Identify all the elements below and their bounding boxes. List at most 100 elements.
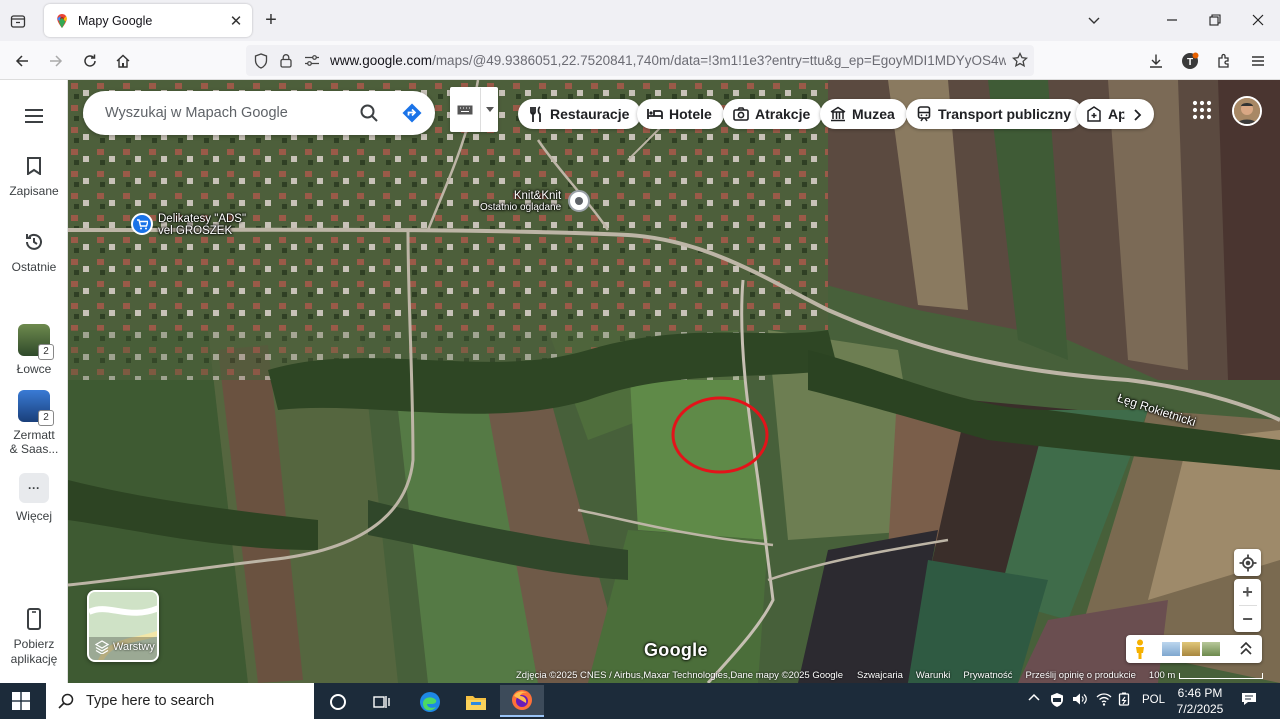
chips-next-chevron-icon[interactable]	[1124, 101, 1152, 129]
google-logo: Google	[644, 640, 708, 660]
chip-attractions[interactable]: Atrakcje	[723, 99, 823, 129]
notifications-icon[interactable]	[1241, 691, 1257, 710]
chip-label: Atrakcje	[755, 106, 811, 122]
bookmark-star-icon[interactable]	[1012, 51, 1028, 73]
battery-icon[interactable]	[1118, 692, 1132, 709]
train-icon	[916, 106, 932, 122]
input-tools-button[interactable]	[450, 87, 498, 132]
show-hidden-icons-chevron-icon[interactable]	[1028, 692, 1040, 707]
thumbnail-count: 2	[38, 410, 54, 426]
link-privacy[interactable]: Prywatność	[963, 670, 1012, 681]
chip-label: Transport publiczny	[938, 106, 1072, 122]
imagery-thumb-field[interactable]	[1182, 642, 1200, 656]
place-label-delikatesy[interactable]: Delikatesy "ADS" vel GROSZEK	[158, 213, 246, 237]
dropdown-arrow-icon	[481, 107, 498, 112]
system-clock[interactable]: 6:46 PM 7/2/2025	[1172, 685, 1228, 717]
windows-start-icon[interactable]	[12, 692, 30, 710]
sidebar-item-more[interactable]: ··· Więcej	[0, 473, 68, 523]
pharmacy-icon	[1086, 106, 1102, 122]
chip-hotels[interactable]: Hotele	[637, 99, 724, 129]
thumbnail-count: 2	[38, 344, 54, 360]
volume-icon[interactable]	[1072, 692, 1088, 709]
extensions-icon[interactable]	[1212, 49, 1236, 73]
file-explorer-icon[interactable]	[456, 687, 496, 717]
url-text[interactable]: www.google.com/maps/@49.9386051,22.75208…	[330, 53, 1006, 68]
close-tab-icon[interactable]: ✕	[228, 13, 244, 30]
directions-icon[interactable]	[389, 93, 435, 133]
sidebar-item-recent[interactable]: Ostatnie	[0, 230, 68, 274]
my-location-icon[interactable]	[1234, 549, 1261, 576]
firefox-icon[interactable]	[500, 685, 544, 717]
expand-chevron-icon[interactable]	[1240, 640, 1252, 661]
address-bar[interactable]: www.google.com/maps/@49.9386051,22.75208…	[246, 45, 1034, 76]
restore-icon[interactable]	[1203, 8, 1227, 32]
sidebar-item-saved[interactable]: Zapisane	[0, 154, 68, 198]
search-box[interactable]: Wyszukaj w Mapach Google	[83, 91, 435, 135]
maps-sidebar: Zapisane Ostatnie 2 Łowce 2 Zermatt & Sa…	[0, 80, 68, 683]
shield-icon[interactable]	[254, 53, 268, 74]
sidebar-item-lowce[interactable]: 2 Łowce	[0, 324, 68, 376]
lock-icon[interactable]	[280, 53, 292, 73]
reload-icon[interactable]	[78, 49, 102, 73]
tab-title: Mapy Google	[78, 13, 153, 28]
edge-browser-icon[interactable]	[410, 687, 450, 717]
more-icon: ···	[19, 473, 49, 503]
place-thumbnail: 2	[18, 324, 54, 360]
pegman-icon[interactable]	[1133, 639, 1147, 664]
site-permissions-icon[interactable]	[304, 54, 320, 72]
place-subtitle: Ostatnio oglądane	[480, 202, 562, 213]
task-view-icon[interactable]	[362, 687, 402, 717]
close-window-icon[interactable]	[1246, 8, 1270, 32]
sidebar-item-get-app[interactable]: Pobierz aplikację	[0, 607, 68, 667]
cortana-icon[interactable]	[318, 687, 358, 717]
zoom-out-icon[interactable]: −	[1242, 606, 1253, 632]
museum-icon	[830, 106, 846, 122]
url-domain: www.google.com	[330, 53, 433, 68]
clock-date: 7/2/2025	[1176, 702, 1224, 716]
taskbar-search-input[interactable]: Type here to search	[86, 693, 214, 709]
zoom-in-icon[interactable]: +	[1242, 579, 1253, 605]
search-icon[interactable]	[349, 93, 389, 133]
browser-nav-bar: www.google.com/maps/@49.9386051,22.75208…	[0, 41, 1280, 80]
new-tab-icon[interactable]: +	[260, 9, 282, 31]
google-apps-grid-icon[interactable]	[1190, 98, 1214, 122]
scale-label: 100 m	[1148, 670, 1176, 681]
sidebar-item-zermatt[interactable]: 2 Zermatt & Saas...	[0, 390, 68, 456]
wifi-icon[interactable]	[1096, 692, 1112, 709]
sidebar-item-label: Więcej	[15, 509, 52, 523]
shopping-cart-pin-icon[interactable]	[131, 213, 153, 235]
menu-hamburger-icon[interactable]	[1246, 49, 1270, 73]
home-icon[interactable]	[111, 49, 135, 73]
map-canvas[interactable]: Delikatesy "ADS" vel GROSZEK Knit&Knit O…	[68, 80, 1280, 683]
search-input[interactable]: Wyszukaj w Mapach Google	[105, 105, 349, 121]
account-t-icon[interactable]: T	[1178, 49, 1202, 73]
browser-tab[interactable]: Mapy Google ✕	[44, 4, 252, 37]
tab-overflow-chevron-icon[interactable]	[1082, 8, 1106, 32]
place-label-knit[interactable]: Knit&Knit Ostatnio oglądane	[480, 190, 561, 214]
imagery-thumb-map[interactable]	[1202, 642, 1220, 656]
windows-security-icon[interactable]	[1050, 692, 1064, 711]
recent-place-pin-icon[interactable]	[568, 190, 590, 212]
link-terms[interactable]: Warunki	[916, 670, 951, 681]
input-language[interactable]: POL	[1142, 694, 1165, 706]
fork-knife-icon	[528, 106, 544, 122]
zoom-controls: + −	[1234, 579, 1261, 632]
link-feedback[interactable]: Prześlij opinię o produkcie	[1026, 670, 1136, 681]
back-icon[interactable]	[10, 49, 34, 73]
link-country[interactable]: Szwajcaria	[857, 670, 903, 681]
minimize-icon[interactable]	[1160, 8, 1184, 32]
layers-button[interactable]: Warstwy	[87, 590, 159, 662]
chip-museums[interactable]: Muzea	[820, 99, 907, 129]
forward-icon[interactable]	[44, 49, 68, 73]
chip-public-transport[interactable]: Transport publiczny	[906, 99, 1084, 129]
taskbar-search-box[interactable]: Type here to search	[46, 683, 314, 719]
chip-restaurants[interactable]: Restauracje	[518, 99, 642, 129]
google-maps-favicon-icon	[57, 13, 67, 28]
downloads-icon[interactable]	[1144, 49, 1168, 73]
menu-button[interactable]	[0, 104, 68, 134]
account-avatar[interactable]	[1232, 96, 1262, 126]
tab-list-icon[interactable]	[6, 9, 30, 33]
scale-bar[interactable]: 100 m	[1148, 670, 1264, 681]
url-path: /maps/@49.9386051,22.7520841,740m/data=!…	[432, 53, 1006, 68]
imagery-thumb-sky[interactable]	[1162, 642, 1180, 656]
